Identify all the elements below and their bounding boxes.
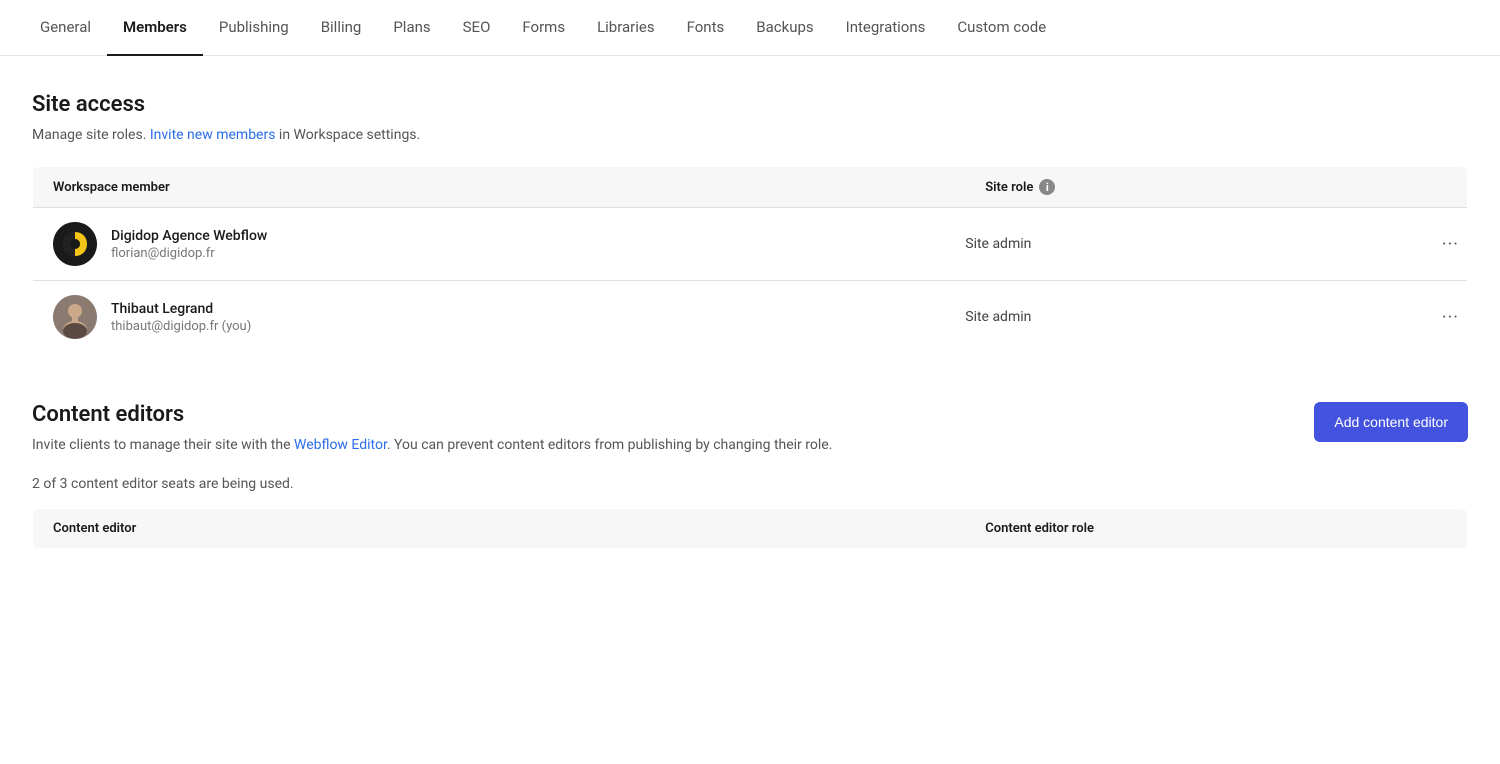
nav-tab-custom-code[interactable]: Custom code: [941, 0, 1062, 56]
member-name: Digidop Agence Webflow: [111, 228, 267, 244]
site-access-desc-suffix: in Workspace settings.: [275, 127, 420, 143]
webflow-editor-link[interactable]: Webflow Editor: [294, 437, 387, 453]
site-access-desc-prefix: Manage site roles.: [32, 127, 150, 143]
nav-tab-publishing[interactable]: Publishing: [203, 0, 305, 56]
member-email: thibaut@digidop.fr (you): [111, 319, 251, 334]
content-editors-desc-prefix: Invite clients to manage their site with…: [32, 437, 294, 453]
site-access-title: Site access: [32, 92, 1468, 117]
site-access-section: Site access Manage site roles. Invite ne…: [32, 92, 1468, 354]
actions-cell: ···: [1408, 208, 1468, 281]
seats-info: 2 of 3 content editor seats are being us…: [32, 476, 1314, 492]
col-header-actions: [1408, 167, 1468, 208]
col-header-editor-actions: [1408, 509, 1468, 549]
content-editors-title: Content editors: [32, 402, 1314, 427]
col-header-role: Site role i: [965, 167, 1407, 208]
col-header-editor-role: Content editor role: [965, 509, 1407, 549]
nav-tab-libraries[interactable]: Libraries: [581, 0, 671, 56]
role-cell: Site admin: [965, 208, 1407, 281]
content-editors-table: Content editor Content editor role: [32, 508, 1468, 549]
nav-tab-seo[interactable]: SEO: [447, 0, 507, 56]
content-editors-desc-suffix: . You can prevent content editors from p…: [387, 437, 833, 453]
nav-tabs: GeneralMembersPublishingBillingPlansSEOF…: [0, 0, 1500, 56]
table-row: Digidop Agence Webflow florian@digidop.f…: [33, 208, 1468, 281]
member-info: Thibaut Legrand thibaut@digidop.fr (you): [111, 301, 251, 334]
member-email: florian@digidop.fr: [111, 246, 267, 261]
nav-tab-forms[interactable]: Forms: [506, 0, 581, 56]
role-cell: Site admin: [965, 281, 1407, 354]
member-info: Digidop Agence Webflow florian@digidop.f…: [111, 228, 267, 261]
add-content-editor-button[interactable]: Add content editor: [1314, 402, 1468, 442]
member-name: Thibaut Legrand: [111, 301, 251, 317]
avatar: [53, 222, 97, 266]
actions-cell: ···: [1408, 281, 1468, 354]
nav-tab-integrations[interactable]: Integrations: [830, 0, 942, 56]
member-cell: Digidop Agence Webflow florian@digidop.f…: [33, 208, 966, 281]
member-actions-menu[interactable]: ···: [1434, 230, 1467, 259]
col-header-editor: Content editor: [33, 509, 966, 549]
nav-tab-backups[interactable]: Backups: [740, 0, 829, 56]
nav-tab-general[interactable]: General: [24, 0, 107, 56]
invite-members-link[interactable]: Invite new members: [150, 127, 276, 143]
content-editors-section: Content editors Invite clients to manage…: [32, 402, 1468, 549]
avatar: [53, 295, 97, 339]
nav-tab-fonts[interactable]: Fonts: [671, 0, 741, 56]
nav-tab-plans[interactable]: Plans: [377, 0, 446, 56]
nav-tab-billing[interactable]: Billing: [305, 0, 378, 56]
content-editors-description: Invite clients to manage their site with…: [32, 435, 1314, 456]
member-cell: Thibaut Legrand thibaut@digidop.fr (you): [33, 281, 966, 354]
nav-tab-members[interactable]: Members: [107, 0, 203, 56]
table-row: Thibaut Legrand thibaut@digidop.fr (you)…: [33, 281, 1468, 354]
site-role-info-icon[interactable]: i: [1039, 179, 1055, 195]
col-header-member: Workspace member: [33, 167, 966, 208]
member-actions-menu[interactable]: ···: [1434, 303, 1467, 332]
site-access-description: Manage site roles. Invite new members in…: [32, 125, 1468, 146]
site-access-table: Workspace member Site role i: [32, 166, 1468, 354]
